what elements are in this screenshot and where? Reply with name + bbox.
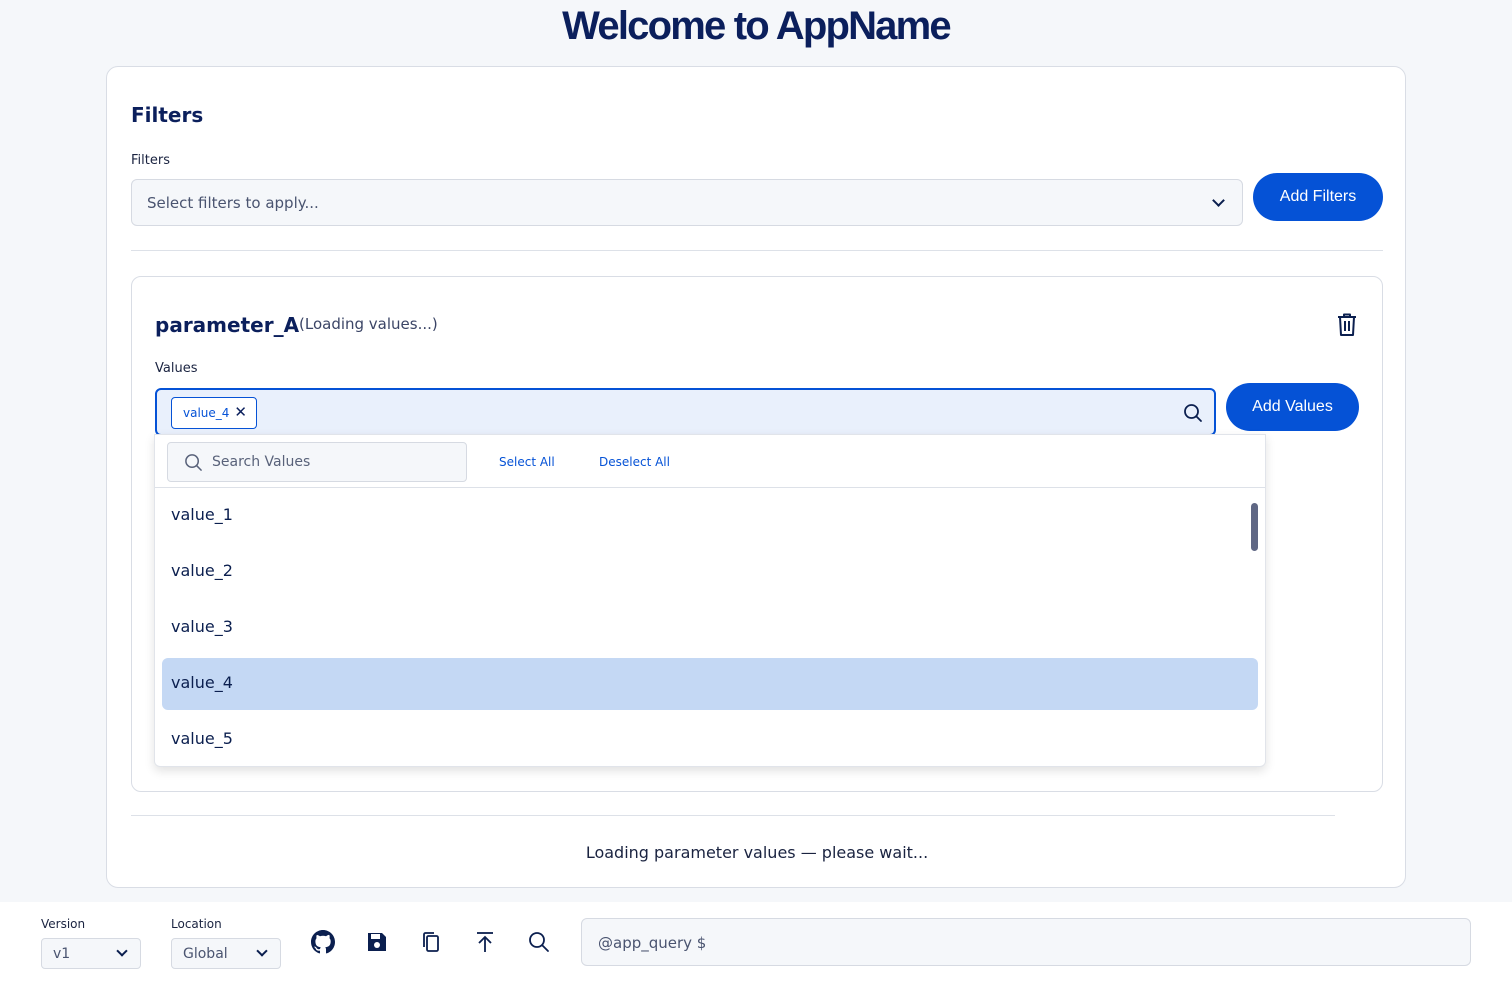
add-filters-button[interactable]: Add Filters (1253, 173, 1383, 221)
filters-field-label: Filters (131, 153, 170, 168)
trash-icon[interactable] (1335, 312, 1359, 338)
divider (131, 815, 1335, 816)
chevron-down-icon (256, 945, 268, 957)
dropdown-option[interactable]: value_5 (162, 714, 1258, 766)
add-values-button[interactable]: Add Values (1226, 383, 1359, 431)
chip-remove-icon[interactable]: ✕ (234, 403, 247, 421)
value-chip: value_4 ✕ (171, 397, 257, 429)
parameter-status: (Loading values...) (299, 315, 438, 333)
location-value: Global (183, 946, 228, 962)
search-icon[interactable] (1183, 403, 1203, 423)
filters-heading: Filters (131, 103, 204, 127)
filters-select[interactable]: Select filters to apply... (131, 179, 1243, 226)
dropdown-scrollbar[interactable] (1251, 503, 1258, 551)
github-icon[interactable] (311, 930, 335, 954)
footer-toolbar: Version v1 Location Global @app_query $ (0, 902, 1512, 982)
page-title: Welcome to AppName (562, 4, 951, 48)
dropdown-search-input[interactable]: Search Values (167, 442, 467, 482)
dropdown-option[interactable]: value_1 (162, 490, 1258, 542)
dropdown-search-placeholder: Search Values (212, 454, 311, 470)
upload-icon[interactable] (473, 930, 497, 954)
query-input[interactable]: @app_query $ (581, 918, 1471, 966)
dropdown-header: Search Values Select All Deselect All (155, 435, 1265, 488)
dropdown-option-selected[interactable]: value_4 (162, 658, 1258, 710)
values-input[interactable]: value_4 ✕ (155, 388, 1216, 436)
chevron-down-icon (116, 945, 128, 957)
chevron-down-icon (1212, 194, 1225, 207)
values-label: Values (155, 361, 198, 376)
values-dropdown: Search Values Select All Deselect All va… (154, 434, 1266, 767)
save-icon[interactable] (365, 930, 389, 954)
location-select[interactable]: Global (171, 938, 281, 969)
select-all-button[interactable]: Select All (499, 455, 555, 469)
search-icon (185, 454, 202, 471)
version-value: v1 (53, 946, 71, 962)
filters-select-placeholder: Select filters to apply... (147, 194, 319, 212)
divider (131, 250, 1383, 251)
deselect-all-button[interactable]: Deselect All (599, 455, 670, 469)
copy-icon[interactable] (419, 930, 443, 954)
dropdown-option[interactable]: value_2 (162, 546, 1258, 598)
dropdown-option[interactable]: value_3 (162, 602, 1258, 654)
version-label: Version (41, 917, 86, 931)
parameter-name: parameter_A (155, 313, 300, 337)
search-icon[interactable] (527, 930, 551, 954)
version-select[interactable]: v1 (41, 938, 141, 969)
query-placeholder: @app_query $ (598, 934, 707, 952)
chip-label: value_4 (183, 406, 230, 420)
loading-message: Loading parameter values — please wait..… (585, 843, 929, 862)
location-label: Location (171, 917, 222, 931)
